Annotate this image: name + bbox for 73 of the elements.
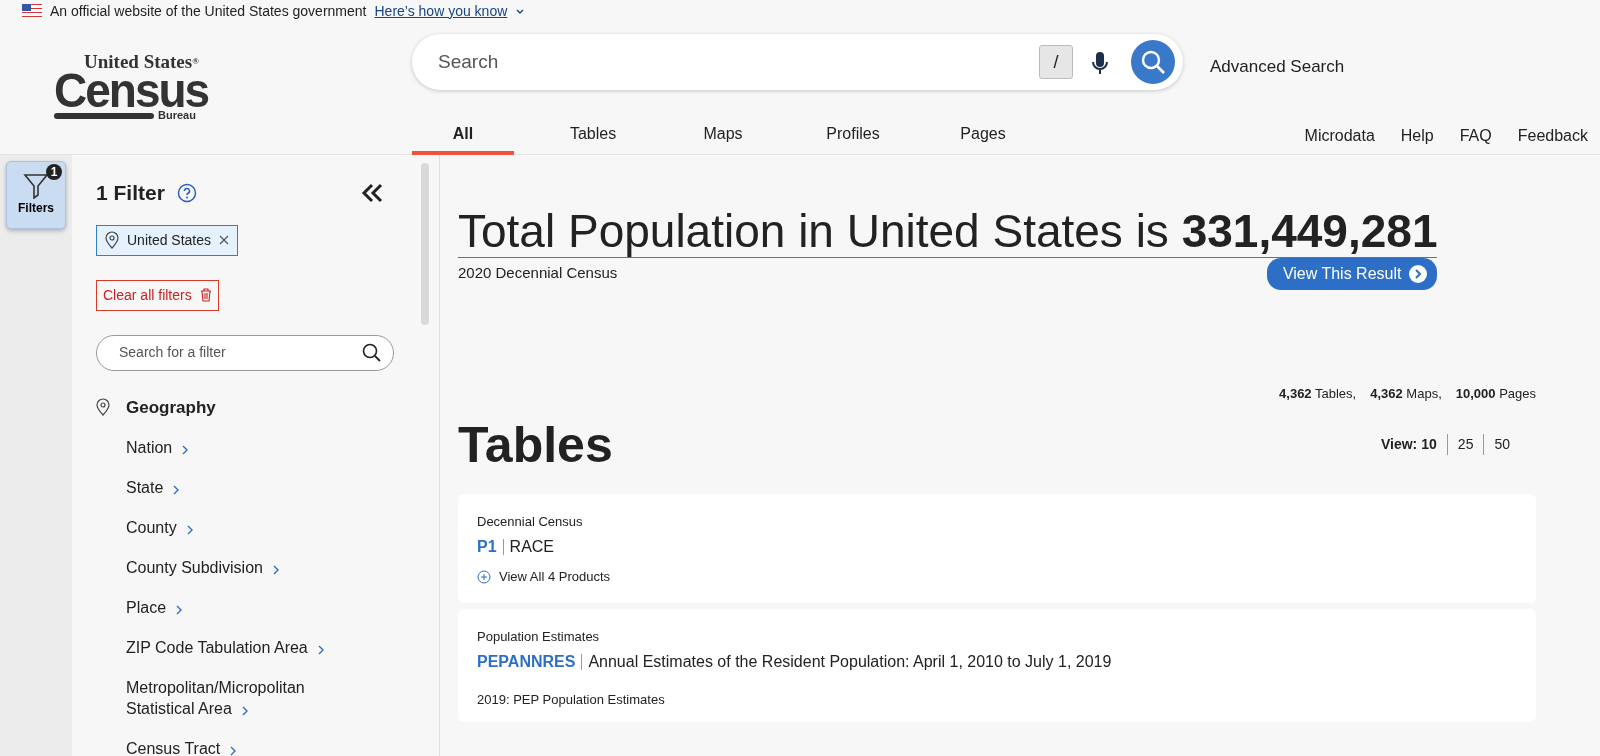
- nav-link[interactable]: Microdata: [1304, 124, 1375, 148]
- flag-icon: [22, 4, 42, 18]
- filter-search-bar[interactable]: Search for a filter: [96, 334, 394, 371]
- advanced-search-link[interactable]: Advanced Search: [1210, 54, 1345, 80]
- chevron-icon: [176, 604, 184, 615]
- search-icon: [362, 343, 381, 362]
- nav-link[interactable]: Feedback: [1517, 124, 1588, 148]
- nav-link[interactable]: FAQ: [1459, 124, 1492, 148]
- table-code-link[interactable]: PEPANNRES: [477, 650, 576, 675]
- source-text: 2020 Decennial Census: [458, 263, 618, 284]
- nav-tab[interactable]: Tables: [542, 116, 644, 155]
- banner-text: An official website of the United States government: [50, 1, 367, 21]
- chevron-icon[interactable]: [515, 7, 526, 15]
- filter-option[interactable]: Place: [126, 588, 439, 628]
- filter-option[interactable]: ZIP Code Tabulation Area: [126, 628, 439, 668]
- search-icon: [1141, 50, 1165, 74]
- search-field[interactable]: Search: [436, 46, 1023, 78]
- filter-option[interactable]: Census Tract: [126, 729, 439, 756]
- result-count: 10,000 Pages: [1455, 385, 1536, 404]
- trash-icon: [199, 288, 212, 302]
- table-code-link[interactable]: P1: [477, 535, 497, 560]
- result-count: 4,362 Tables,: [1279, 385, 1357, 404]
- view-result-button[interactable]: View This Result: [1266, 258, 1438, 291]
- chevron-icon: [241, 705, 249, 716]
- nav-tab[interactable]: Profiles: [802, 116, 904, 155]
- count-badge: 1: [46, 164, 62, 180]
- filter-search-field[interactable]: Search for a filter: [117, 341, 347, 364]
- nav-tab[interactable]: All: [412, 116, 514, 155]
- filter-chip[interactable]: United States: [96, 224, 239, 256]
- page-size-option[interactable]: 25: [1446, 434, 1484, 456]
- nav-link[interactable]: Help: [1400, 124, 1434, 148]
- view-products-link[interactable]: View All 4 Products: [477, 567, 611, 587]
- nav-tab[interactable]: Maps: [672, 116, 774, 155]
- info-link[interactable]: Here’s how you know: [374, 0, 508, 22]
- page-size-option[interactable]: 50: [1483, 434, 1520, 456]
- category-heading: Geography: [126, 396, 216, 419]
- chevron-icon: [272, 564, 280, 575]
- filter-option[interactable]: Nation: [126, 428, 439, 468]
- table-title: Annual Estimates of the Resident Population: April 1, 2010 to July 1, 2019: [588, 652, 1112, 673]
- chevron-icon: [1409, 265, 1428, 284]
- view-label: View:: [1380, 435, 1418, 455]
- microphone-icon[interactable]: [1089, 49, 1111, 75]
- table-title: RACE: [509, 537, 555, 558]
- search-bar[interactable]: Search /: [412, 34, 1183, 90]
- filter-option[interactable]: County: [126, 508, 439, 548]
- clear-filters-button[interactable]: Clear all filters: [96, 279, 219, 311]
- panel-title: 1 Filter: [96, 180, 165, 206]
- program-name: Decennial Census: [477, 512, 584, 531]
- filter-icon: [23, 173, 49, 199]
- chevron-icon: [173, 484, 181, 495]
- plus-icon: [477, 570, 491, 585]
- program-name: Population Estimates: [477, 627, 601, 646]
- help-icon[interactable]: [176, 182, 197, 203]
- location-pin-icon: [96, 398, 110, 417]
- close-icon[interactable]: [219, 235, 230, 245]
- page-size-option[interactable]: 10: [1417, 434, 1447, 456]
- filters-button[interactable]: Filters 1: [6, 161, 66, 229]
- result-count: 4,362 Maps,: [1370, 385, 1442, 404]
- section-title: Tables: [458, 419, 613, 470]
- scrollbar-thumb[interactable]: [421, 163, 429, 325]
- chevron-icon: [182, 444, 190, 455]
- chevron-icon: [230, 745, 238, 756]
- collapse-icon[interactable]: [361, 182, 383, 203]
- location-pin-icon: [105, 231, 119, 249]
- chevron-icon: [186, 524, 194, 535]
- filter-option[interactable]: Metropolitan/Micropolitan Statistical Area: [126, 668, 356, 729]
- filter-option[interactable]: County Subdivision: [126, 548, 439, 588]
- chevron-icon: [317, 644, 325, 655]
- search-button[interactable]: [1131, 40, 1175, 84]
- vintage-note: 2019: PEP Population Estimates: [477, 691, 666, 710]
- keyboard-shortcut: /: [1039, 45, 1073, 79]
- filter-option[interactable]: State: [126, 468, 439, 508]
- nav-tab[interactable]: Pages: [932, 116, 1034, 155]
